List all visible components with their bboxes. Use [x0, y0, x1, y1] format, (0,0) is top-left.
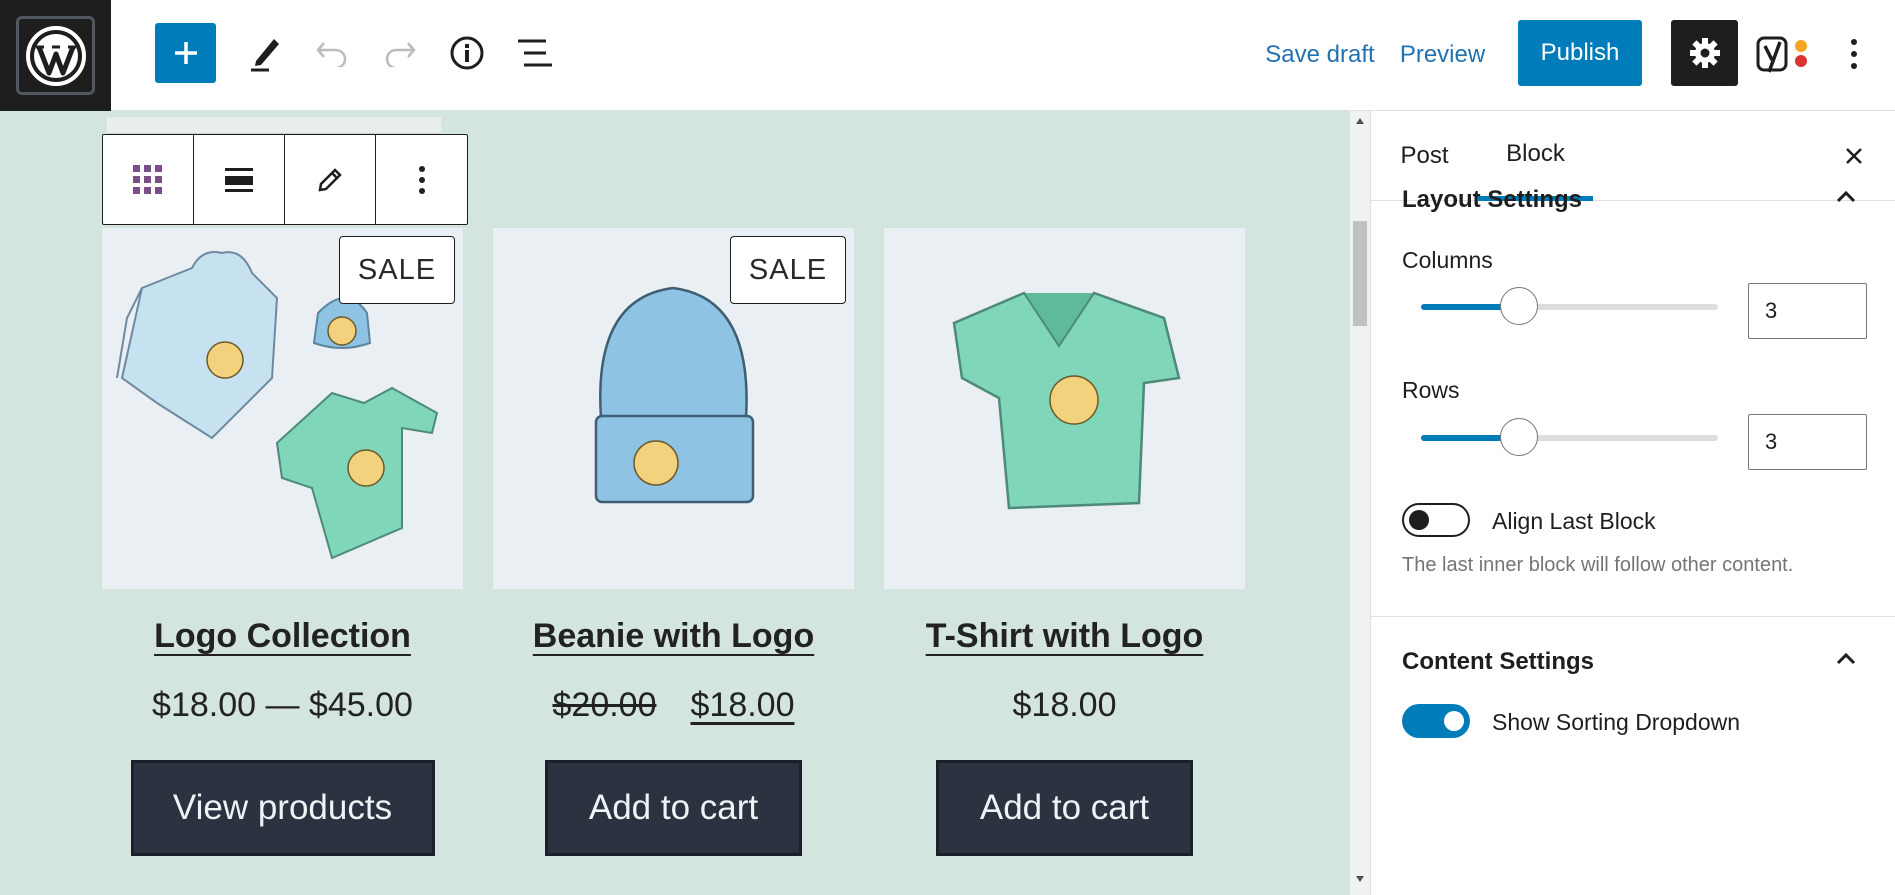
- layout-settings-title[interactable]: Layout Settings: [1402, 186, 1582, 214]
- view-products-button[interactable]: View products: [130, 760, 435, 856]
- list-view-button[interactable]: [510, 28, 560, 78]
- editor-top-bar: Save draft Preview Publish: [0, 0, 1895, 111]
- align-last-block-help: The last inner block will follow other c…: [1402, 554, 1794, 576]
- info-icon: [450, 36, 484, 70]
- add-block-button[interactable]: [155, 23, 216, 83]
- add-to-cart-button[interactable]: Add to cart: [936, 760, 1193, 856]
- add-to-cart-button[interactable]: Add to cart: [545, 760, 802, 856]
- product-price: $18.00 — $45.00: [152, 686, 413, 724]
- content-settings-title[interactable]: Content Settings: [1402, 648, 1594, 676]
- toggle-knob: [1444, 711, 1464, 731]
- sale-badge: SALE: [339, 236, 455, 304]
- options-button[interactable]: [1836, 30, 1872, 78]
- align-last-block-label[interactable]: Align Last Block: [1492, 508, 1656, 535]
- list-view-icon: [518, 39, 552, 67]
- pencil-icon: [251, 39, 279, 72]
- toggle-knob: [1409, 510, 1429, 530]
- wordpress-logo-icon: [16, 16, 95, 95]
- columns-label: Columns: [1402, 247, 1493, 273]
- settings-sidebar: Post Block Layout Settings Columns 3 Row…: [1370, 111, 1895, 895]
- save-draft-button[interactable]: Save draft: [1245, 36, 1395, 74]
- align-icon: [225, 167, 253, 192]
- vertical-ellipsis-icon: [1851, 39, 1857, 69]
- yoast-icon: [1756, 36, 1807, 73]
- panel-divider: [1371, 616, 1895, 617]
- product-card: SALE Logo Collection $18.00 — $45.00 Vie…: [102, 228, 463, 856]
- edit-button[interactable]: [285, 135, 376, 224]
- editor-canvas: SALE Logo Collection $18.00 — $45.00 Vie…: [0, 111, 1350, 895]
- block-label-strip: [107, 117, 441, 134]
- show-sorting-dropdown-label[interactable]: Show Sorting Dropdown: [1492, 709, 1740, 736]
- show-sorting-dropdown-toggle[interactable]: [1402, 704, 1470, 738]
- rows-label: Rows: [1402, 377, 1460, 403]
- chevron-up-icon[interactable]: [1835, 186, 1857, 208]
- block-toolbar: [102, 134, 468, 225]
- scrollbar-thumb[interactable]: [1353, 221, 1367, 326]
- redo-button[interactable]: [375, 28, 425, 78]
- product-price: $20.00 $18.00: [493, 686, 854, 730]
- tools-button[interactable]: [240, 28, 290, 78]
- product-card: T-Shirt with Logo $18.00 Add to cart: [884, 228, 1245, 856]
- logo-collection-image[interactable]: SALE: [102, 228, 463, 589]
- tshirt-image[interactable]: [884, 228, 1245, 589]
- plus-icon: [174, 42, 197, 64]
- more-options-button[interactable]: [376, 135, 467, 224]
- columns-input[interactable]: 3: [1748, 283, 1867, 339]
- preview-button[interactable]: Preview: [1395, 36, 1490, 74]
- wordpress-logo-button[interactable]: [0, 0, 111, 111]
- rows-slider-handle[interactable]: [1500, 418, 1538, 456]
- columns-slider[interactable]: [1421, 287, 1718, 325]
- product-title[interactable]: Beanie with Logo: [493, 617, 854, 656]
- more-options-icon: [418, 165, 425, 194]
- rows-slider[interactable]: [1421, 418, 1718, 456]
- redo-icon: [385, 42, 416, 67]
- product-price: $18.00: [1012, 686, 1117, 724]
- align-button[interactable]: [194, 135, 285, 224]
- settings-button[interactable]: [1671, 20, 1738, 86]
- canvas-scrollbar[interactable]: [1350, 111, 1370, 895]
- pencil-icon: [318, 167, 342, 192]
- yoast-button[interactable]: [1754, 30, 1812, 78]
- sale-badge: SALE: [730, 236, 846, 304]
- product-title[interactable]: Logo Collection: [102, 617, 463, 656]
- grid-icon: [133, 164, 162, 194]
- publish-button[interactable]: Publish: [1518, 20, 1642, 86]
- rows-input[interactable]: 3: [1748, 414, 1867, 470]
- details-button[interactable]: [442, 28, 492, 78]
- beanie-image[interactable]: SALE: [493, 228, 854, 589]
- gear-icon: [1689, 38, 1720, 68]
- columns-slider-handle[interactable]: [1500, 287, 1538, 325]
- product-title[interactable]: T-Shirt with Logo: [884, 617, 1245, 656]
- align-last-block-toggle[interactable]: [1402, 503, 1470, 537]
- product-card: SALE Beanie with Logo $20.00 $18.00 Add t…: [493, 228, 854, 856]
- regular-price: $20.00: [552, 686, 657, 724]
- scroll-down-arrow-icon[interactable]: [1355, 875, 1365, 883]
- chevron-up-icon[interactable]: [1835, 648, 1857, 670]
- undo-icon: [316, 42, 347, 67]
- scroll-up-arrow-icon[interactable]: [1355, 117, 1365, 125]
- block-type-button[interactable]: [103, 135, 194, 224]
- undo-button[interactable]: [307, 28, 357, 78]
- close-icon: [1846, 148, 1862, 164]
- sale-price: $18.00: [690, 686, 795, 724]
